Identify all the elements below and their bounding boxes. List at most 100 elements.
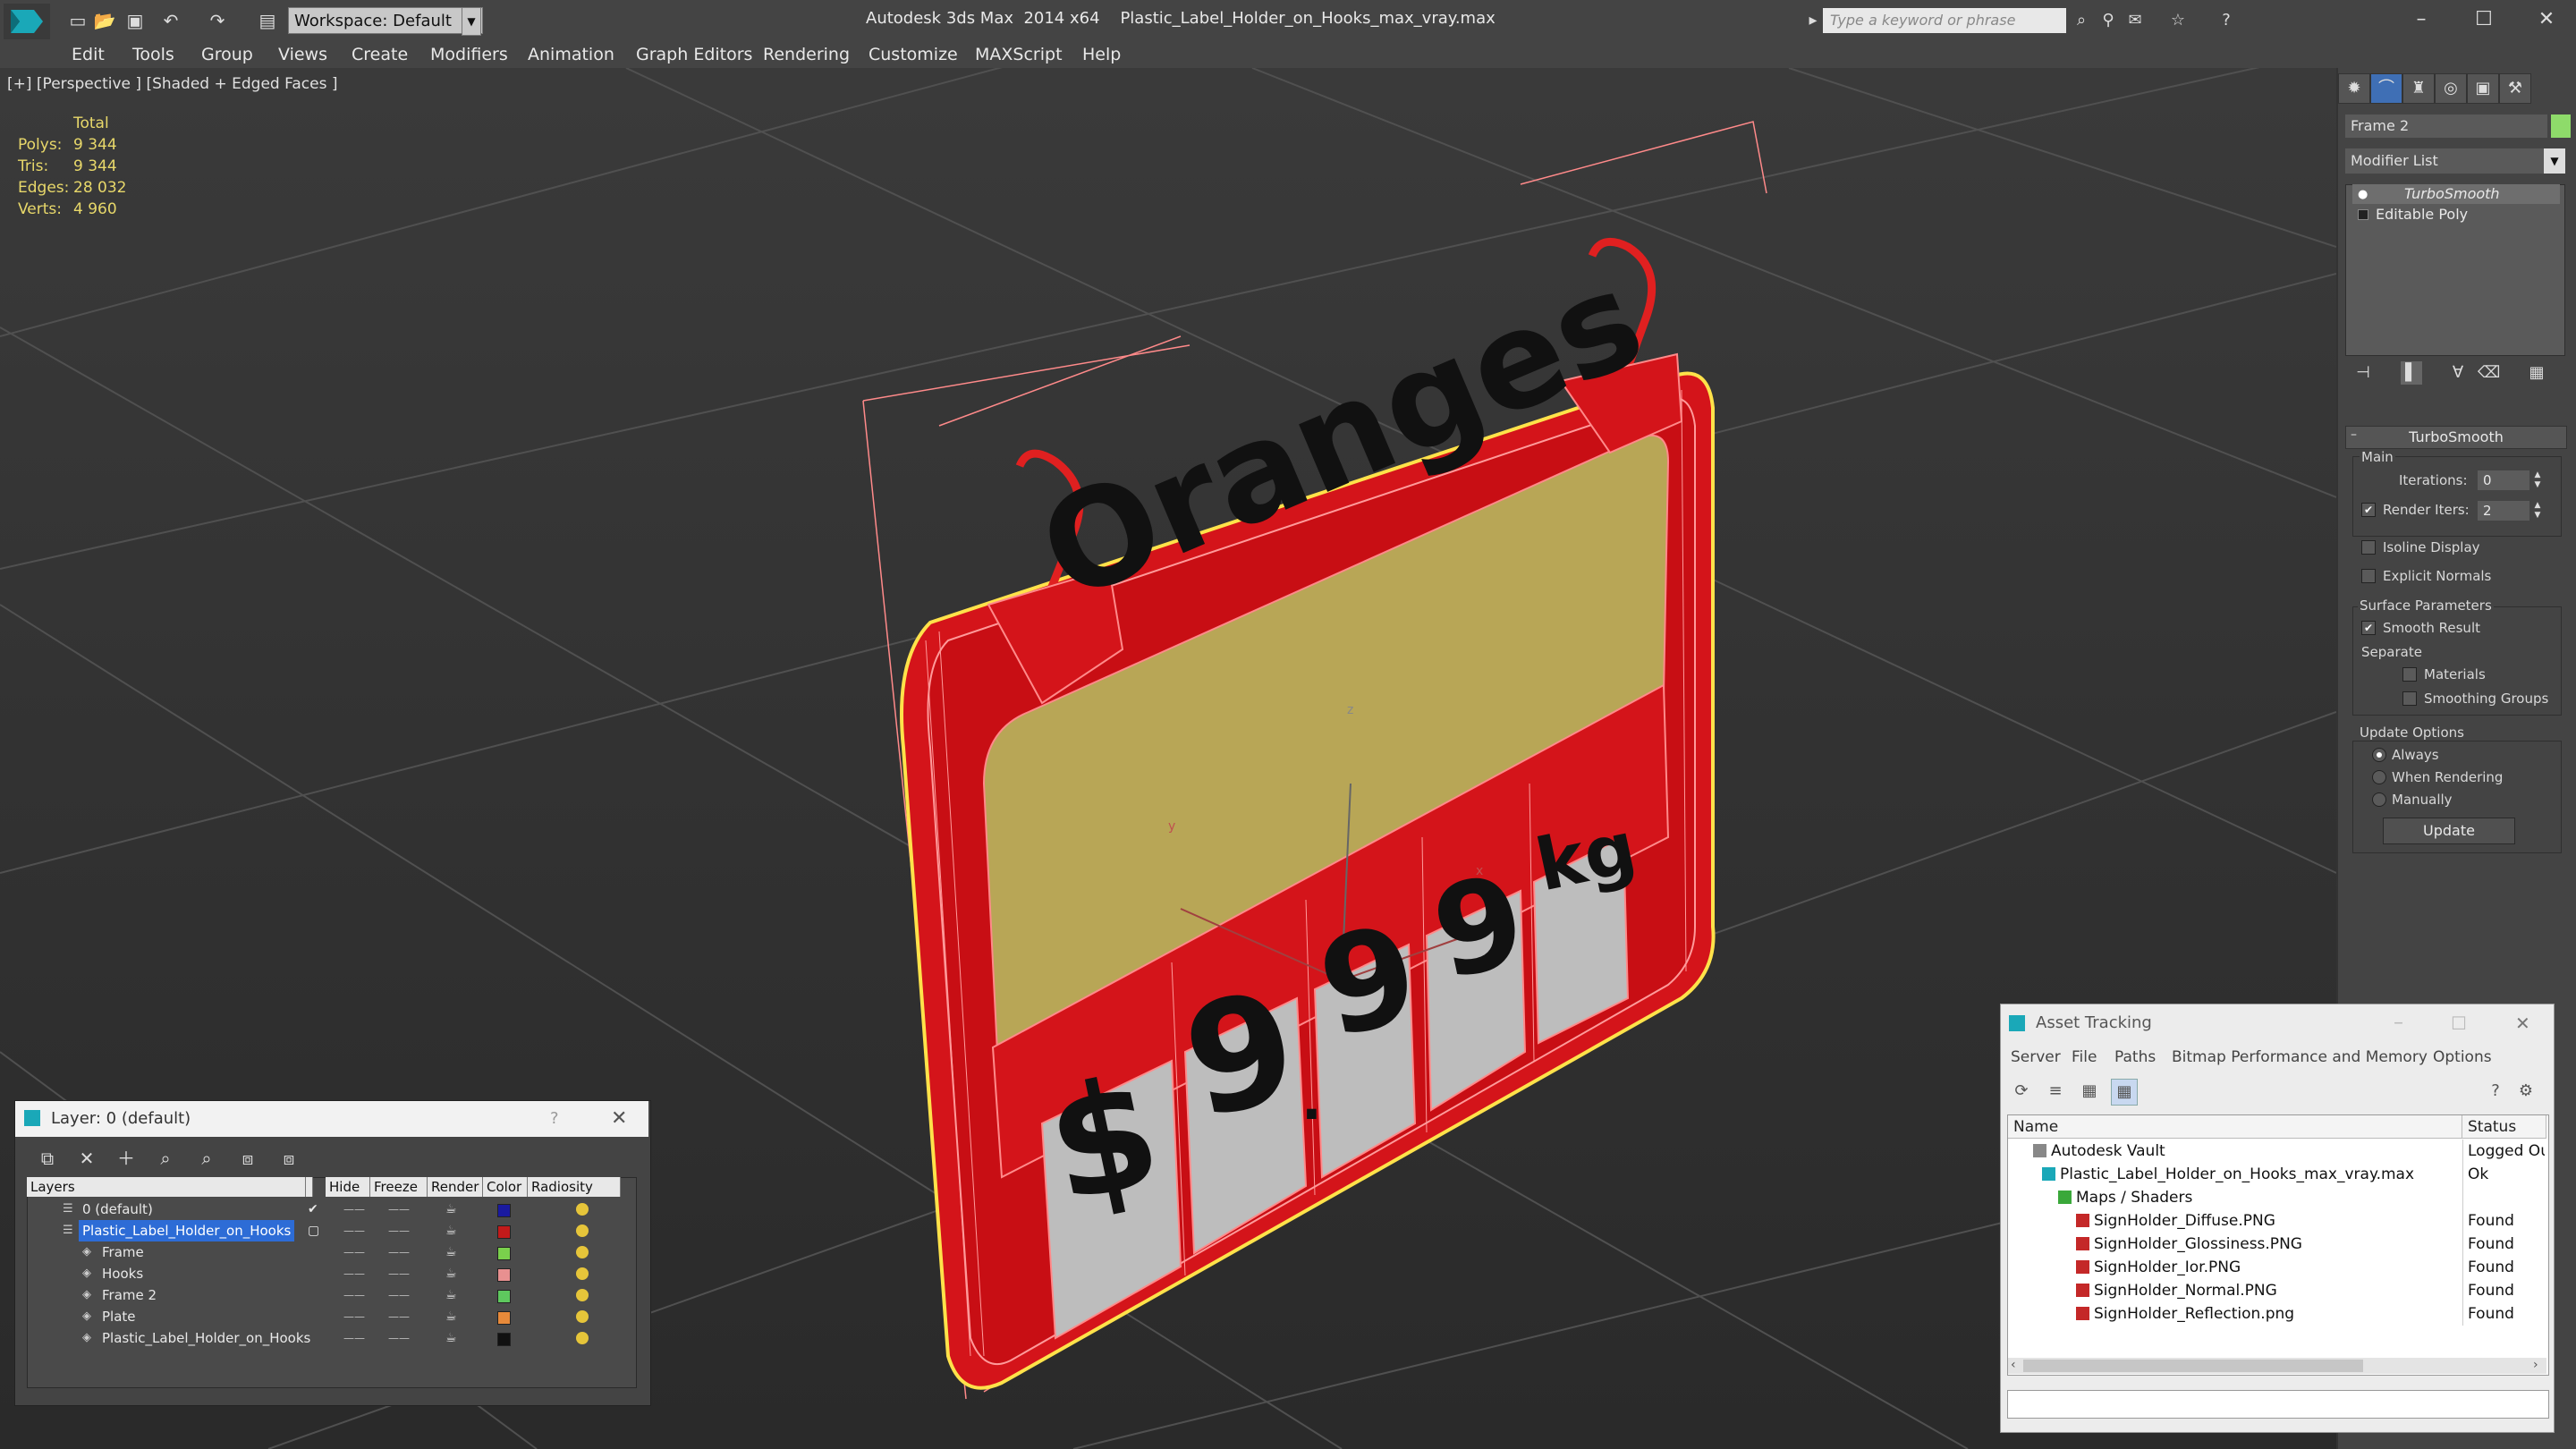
- radiosity-lightbulb-icon[interactable]: [576, 1224, 589, 1237]
- help-icon[interactable]: ?: [2483, 1079, 2508, 1104]
- show-end-result-icon[interactable]: ▌: [2401, 361, 2422, 385]
- project-folder-icon[interactable]: ▤: [256, 9, 279, 32]
- layer-color-swatch[interactable]: [497, 1204, 511, 1217]
- smooth-result-checkbox[interactable]: ✔: [2361, 621, 2376, 635]
- highlight-selected-icon[interactable]: ⌕: [193, 1147, 220, 1170]
- hide-toggle[interactable]: ——: [343, 1263, 365, 1284]
- current-layer-check-icon[interactable]: ✔: [308, 1199, 318, 1220]
- layer-row[interactable]: ◈ Hooks —— —— ☕: [29, 1263, 633, 1284]
- app-menu-button[interactable]: [4, 4, 50, 39]
- modifier-list-dropdown[interactable]: Modifier List ▼: [2345, 148, 2565, 174]
- settings-icon[interactable]: ⚙: [2513, 1079, 2538, 1104]
- close-icon[interactable]: ✕: [2515, 4, 2576, 36]
- smoothing-groups-checkbox[interactable]: [2402, 691, 2417, 706]
- menu-graph-editors[interactable]: Graph Editors: [636, 41, 752, 68]
- render-teapot-icon[interactable]: ☕: [445, 1241, 457, 1263]
- always-radio[interactable]: [2372, 748, 2386, 762]
- hierarchy-tab-icon[interactable]: ♜: [2402, 73, 2435, 104]
- freeze-toggle[interactable]: ——: [388, 1263, 410, 1284]
- radiosity-lightbulb-icon[interactable]: [576, 1203, 589, 1216]
- menu-help[interactable]: Help: [1082, 41, 1121, 68]
- layer-row[interactable]: ◈ Frame —— —— ☕: [29, 1241, 633, 1263]
- thumbnail-view-icon[interactable]: ▦: [2077, 1079, 2102, 1104]
- layer-name[interactable]: 0 (default): [79, 1199, 157, 1220]
- render-teapot-icon[interactable]: ☕: [445, 1220, 457, 1241]
- pin-stack-icon[interactable]: ⊣: [2352, 361, 2374, 385]
- display-tab-icon[interactable]: ▣: [2467, 73, 2499, 104]
- freeze-toggle[interactable]: ——: [388, 1199, 410, 1220]
- expand-plus-icon[interactable]: [2358, 209, 2368, 220]
- radiosity-lightbulb-icon[interactable]: [576, 1332, 589, 1344]
- layer-name[interactable]: Hooks: [98, 1263, 147, 1284]
- menu-group[interactable]: Group: [201, 41, 253, 68]
- freeze-toggle[interactable]: ——: [388, 1327, 410, 1349]
- freeze-toggle[interactable]: ——: [388, 1241, 410, 1263]
- freeze-toggle[interactable]: ——: [388, 1220, 410, 1241]
- delete-layer-icon[interactable]: ✕: [73, 1147, 100, 1170]
- col-layers[interactable]: Layers: [27, 1177, 306, 1197]
- render-iters-spinner[interactable]: 2: [2478, 501, 2529, 521]
- layer-name[interactable]: Frame: [98, 1241, 148, 1263]
- list-view-icon[interactable]: ≡: [2043, 1079, 2068, 1104]
- menu-modifiers[interactable]: Modifiers: [430, 41, 508, 68]
- make-unique-icon[interactable]: ∀: [2447, 361, 2469, 385]
- lightbulb-icon[interactable]: ●: [2358, 188, 2368, 201]
- radiosity-lightbulb-icon[interactable]: [576, 1310, 589, 1323]
- menu-tools[interactable]: Tools: [132, 41, 174, 68]
- layer-name[interactable]: Plastic_Label_Holder_on_Hooks: [98, 1327, 314, 1349]
- iterations-spinner-arrows-icon[interactable]: ▲ ▼: [2531, 470, 2544, 490]
- open-file-icon[interactable]: 📂: [93, 9, 116, 32]
- select-objects-icon[interactable]: ⌕: [152, 1147, 179, 1170]
- refresh-icon[interactable]: ⟳: [2009, 1079, 2034, 1104]
- col-radiosity[interactable]: Radiosity: [528, 1177, 621, 1197]
- menu-edit[interactable]: Edit: [72, 41, 105, 68]
- maximize-icon[interactable]: ☐: [2451, 1007, 2467, 1039]
- create-tab-icon[interactable]: ✹: [2338, 73, 2370, 104]
- asset-menu-options[interactable]: Options: [2433, 1045, 2492, 1070]
- table-view-icon[interactable]: ▦: [2111, 1079, 2138, 1106]
- layer-color-swatch[interactable]: [497, 1268, 511, 1282]
- asset-menu-bitmap[interactable]: Bitmap Performance and Memory: [2172, 1045, 2428, 1070]
- favorites-star-icon[interactable]: ☆: [2168, 11, 2188, 30]
- hide-toggle[interactable]: ——: [343, 1327, 365, 1349]
- hide-toggle[interactable]: ——: [343, 1284, 365, 1306]
- scroll-left-icon[interactable]: ‹: [2011, 1358, 2016, 1372]
- freeze-toggle[interactable]: ——: [388, 1284, 410, 1306]
- asset-row[interactable]: SignHolder_Ior.PNG Found: [2008, 1256, 2546, 1279]
- communication-icon[interactable]: ✉: [2125, 11, 2145, 30]
- new-file-icon[interactable]: ▭: [66, 9, 89, 32]
- search-input[interactable]: Type a keyword or phrase: [1823, 8, 2066, 33]
- menu-animation[interactable]: Animation: [528, 41, 614, 68]
- menu-customize[interactable]: Customize: [869, 41, 958, 68]
- isoline-display-checkbox[interactable]: [2361, 540, 2376, 555]
- asset-row[interactable]: SignHolder_Diffuse.PNG Found: [2008, 1209, 2546, 1233]
- workspace-dropdown[interactable]: Workspace: Default ▼: [288, 7, 483, 34]
- turbosmooth-rollout-header[interactable]: TurboSmooth: [2345, 426, 2567, 449]
- hide-toggle[interactable]: ——: [343, 1199, 365, 1220]
- configure-sets-icon[interactable]: ▦: [2526, 361, 2547, 385]
- menu-create[interactable]: Create: [352, 41, 408, 68]
- viewport-label[interactable]: [+] [Perspective ] [Shaded + Edged Faces…: [7, 75, 337, 93]
- layer-color-swatch[interactable]: [497, 1290, 511, 1303]
- layer-dialog-titlebar[interactable]: Layer: 0 (default) ? ✕: [15, 1101, 648, 1137]
- asset-row[interactable]: Plastic_Label_Holder_on_Hooks_max_vray.m…: [2008, 1163, 2546, 1186]
- close-icon[interactable]: ✕: [611, 1101, 627, 1137]
- binoculars-icon[interactable]: ⌕: [2072, 11, 2091, 30]
- layer-color-swatch[interactable]: [497, 1225, 511, 1239]
- redo-icon[interactable]: ↷: [206, 9, 229, 32]
- layer-color-swatch[interactable]: [497, 1311, 511, 1325]
- radiosity-lightbulb-icon[interactable]: [576, 1267, 589, 1280]
- subscription-icon[interactable]: ⚲: [2098, 11, 2118, 30]
- update-button[interactable]: Update: [2383, 818, 2515, 844]
- stack-item-turbosmooth[interactable]: TurboSmooth: [2404, 184, 2500, 204]
- col-freeze[interactable]: Freeze: [370, 1177, 428, 1197]
- hide-toggle[interactable]: ——: [343, 1241, 365, 1263]
- asset-menu-paths[interactable]: Paths: [2114, 1045, 2156, 1070]
- col-status[interactable]: Status: [2462, 1115, 2546, 1139]
- hide-toggle[interactable]: ——: [343, 1306, 365, 1327]
- layer-row[interactable]: ◈ Plate —— —— ☕: [29, 1306, 633, 1327]
- radiosity-lightbulb-icon[interactable]: [576, 1246, 589, 1258]
- materials-checkbox[interactable]: [2402, 667, 2417, 682]
- object-color-swatch[interactable]: [2551, 114, 2571, 138]
- add-to-layer-icon[interactable]: ＋: [113, 1147, 140, 1170]
